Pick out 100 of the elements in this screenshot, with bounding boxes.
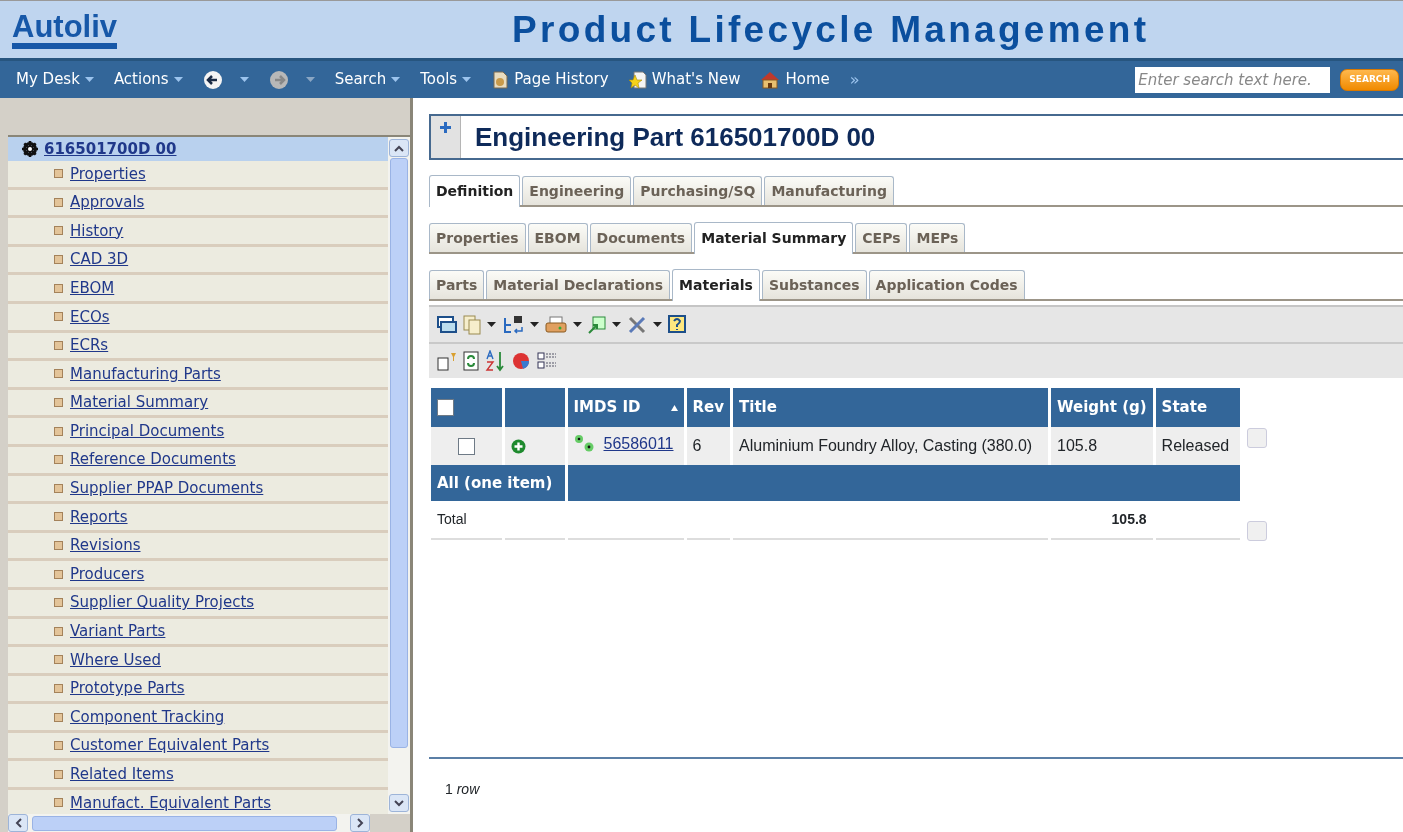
printer-icon[interactable] (545, 315, 567, 334)
tab[interactable]: Properties (429, 223, 526, 252)
tools-icon[interactable] (627, 314, 647, 335)
menu-button[interactable]: Actions (113, 68, 183, 91)
bullet-icon (54, 655, 63, 665)
refresh-icon[interactable] (463, 351, 479, 371)
tab[interactable]: Application Codes (868, 270, 1025, 299)
row-count: 1 row (445, 781, 480, 797)
tree-link[interactable]: Component Tracking (70, 705, 225, 729)
row-checkbox[interactable] (457, 438, 475, 456)
caret-icon[interactable] (487, 322, 496, 327)
chevron-down-icon (394, 799, 404, 807)
gear-icon (22, 141, 38, 157)
bullet-icon (54, 483, 63, 493)
tree-link[interactable]: Where Used (70, 648, 161, 672)
scroll-left-button[interactable] (8, 814, 28, 832)
tree-link[interactable]: Supplier PPAP Documents (70, 477, 264, 500)
tree-link[interactable]: Variant Parts (70, 620, 166, 643)
tree-link[interactable]: Reference Documents (70, 448, 236, 471)
plus-icon[interactable] (440, 122, 451, 133)
scroll-up-button[interactable] (389, 139, 409, 157)
tree-link[interactable]: Customer Equivalent Parts (70, 734, 270, 757)
column-filter-icon[interactable] (437, 351, 457, 371)
pie-chart-icon[interactable] (511, 352, 531, 370)
tab[interactable]: Purchasing/SQ (633, 176, 763, 205)
tree-link[interactable]: Manufact. Equivalent Parts (70, 791, 271, 814)
bullet-icon (54, 541, 63, 550)
tab[interactable]: Definition (429, 175, 521, 207)
tab[interactable]: Materials (672, 269, 760, 301)
help-icon[interactable] (668, 314, 686, 335)
hierarchy-icon[interactable] (502, 314, 524, 335)
add-icon[interactable] (510, 438, 526, 454)
tree-link[interactable]: Prototype Parts (70, 677, 185, 700)
caret-icon[interactable] (573, 322, 582, 327)
tree-link[interactable]: Principal Documents (70, 419, 225, 443)
bullet-icon (54, 798, 63, 808)
menu-button[interactable]: Search (334, 68, 401, 91)
sort-icon[interactable] (485, 350, 505, 372)
tab[interactable]: EBOM (527, 223, 588, 252)
tree-link[interactable]: Reports (70, 505, 128, 529)
bullet-icon (54, 255, 63, 265)
menu-link[interactable]: Home (760, 68, 830, 91)
bullet-icon (54, 598, 63, 608)
tree-link[interactable]: ECRs (70, 334, 109, 357)
scroll-down-button[interactable] (389, 794, 409, 812)
tree-link[interactable]: EBOM (70, 276, 115, 300)
bullet-icon (54, 283, 63, 293)
tree-link[interactable]: Properties (70, 162, 146, 186)
tree-link[interactable]: Approvals (70, 191, 145, 214)
app-title: Product Lifecycle Management (512, 7, 1150, 52)
chevron-right-icon (356, 818, 364, 828)
table-cell: 105.8 (1049, 427, 1155, 465)
tree-link[interactable]: CAD 3D (70, 248, 129, 271)
tab[interactable]: Substances (761, 270, 867, 299)
total-label: Total (431, 501, 503, 539)
caret-icon[interactable] (612, 322, 621, 327)
bullet-icon (54, 197, 63, 207)
windows-icon[interactable] (437, 315, 457, 334)
table-cell: Aluminium Foundry Alloy, Casting (380.0) (731, 427, 1050, 465)
bullet-icon (54, 169, 63, 179)
tab[interactable]: Manufacturing (764, 176, 894, 205)
table-cell: 6 (685, 427, 732, 465)
export-icon[interactable] (588, 315, 606, 334)
tree-link[interactable]: Supplier Quality Projects (70, 591, 255, 614)
tab[interactable]: Material Summary (694, 222, 854, 254)
tree-link[interactable]: History (70, 219, 124, 243)
bullet-icon (54, 769, 63, 779)
column-header[interactable]: Title (739, 396, 777, 419)
scrollbar-thumb[interactable] (390, 158, 408, 748)
tab[interactable]: Documents (589, 223, 693, 252)
tab[interactable]: MEPs (909, 223, 966, 252)
tab[interactable]: Engineering (522, 176, 632, 205)
tab[interactable]: CEPs (855, 223, 908, 252)
bullet-icon (54, 426, 63, 436)
select-all-checkbox[interactable] (437, 399, 454, 417)
autoliv-logo: Autoliv (12, 10, 118, 49)
group-row-label: All (one item) (431, 465, 566, 501)
document-star-icon (628, 70, 647, 89)
caret-icon[interactable] (653, 322, 662, 327)
menu-link[interactable]: What's New (628, 68, 741, 91)
list-icon[interactable] (537, 351, 557, 371)
menu-button[interactable]: Tools (420, 68, 472, 91)
menu-button[interactable]: My Desk (16, 68, 94, 91)
page-title: Engineering Part 616501700D 00 (474, 120, 876, 154)
tree-link[interactable]: Material Summary (70, 391, 209, 414)
tree-link[interactable]: Revisions (70, 534, 141, 557)
bullet-icon (54, 312, 63, 322)
bullet-icon (54, 369, 63, 379)
scrollbar-thumb[interactable] (32, 815, 337, 831)
scroll-right-button[interactable] (350, 814, 370, 832)
search-field[interactable]: Enter search text here. (1135, 66, 1331, 93)
tree-link[interactable]: Manufacturing Parts (70, 362, 221, 386)
tree-link[interactable]: ECOs (70, 305, 110, 328)
tree-link[interactable]: Related Items (70, 763, 174, 786)
tab[interactable]: Parts (429, 270, 485, 299)
tab[interactable]: Material Declarations (486, 270, 671, 299)
menu-link[interactable]: Page History (491, 68, 609, 91)
copy-icon[interactable] (463, 314, 481, 335)
caret-icon[interactable] (530, 322, 539, 327)
tree-link[interactable]: Producers (70, 562, 145, 586)
